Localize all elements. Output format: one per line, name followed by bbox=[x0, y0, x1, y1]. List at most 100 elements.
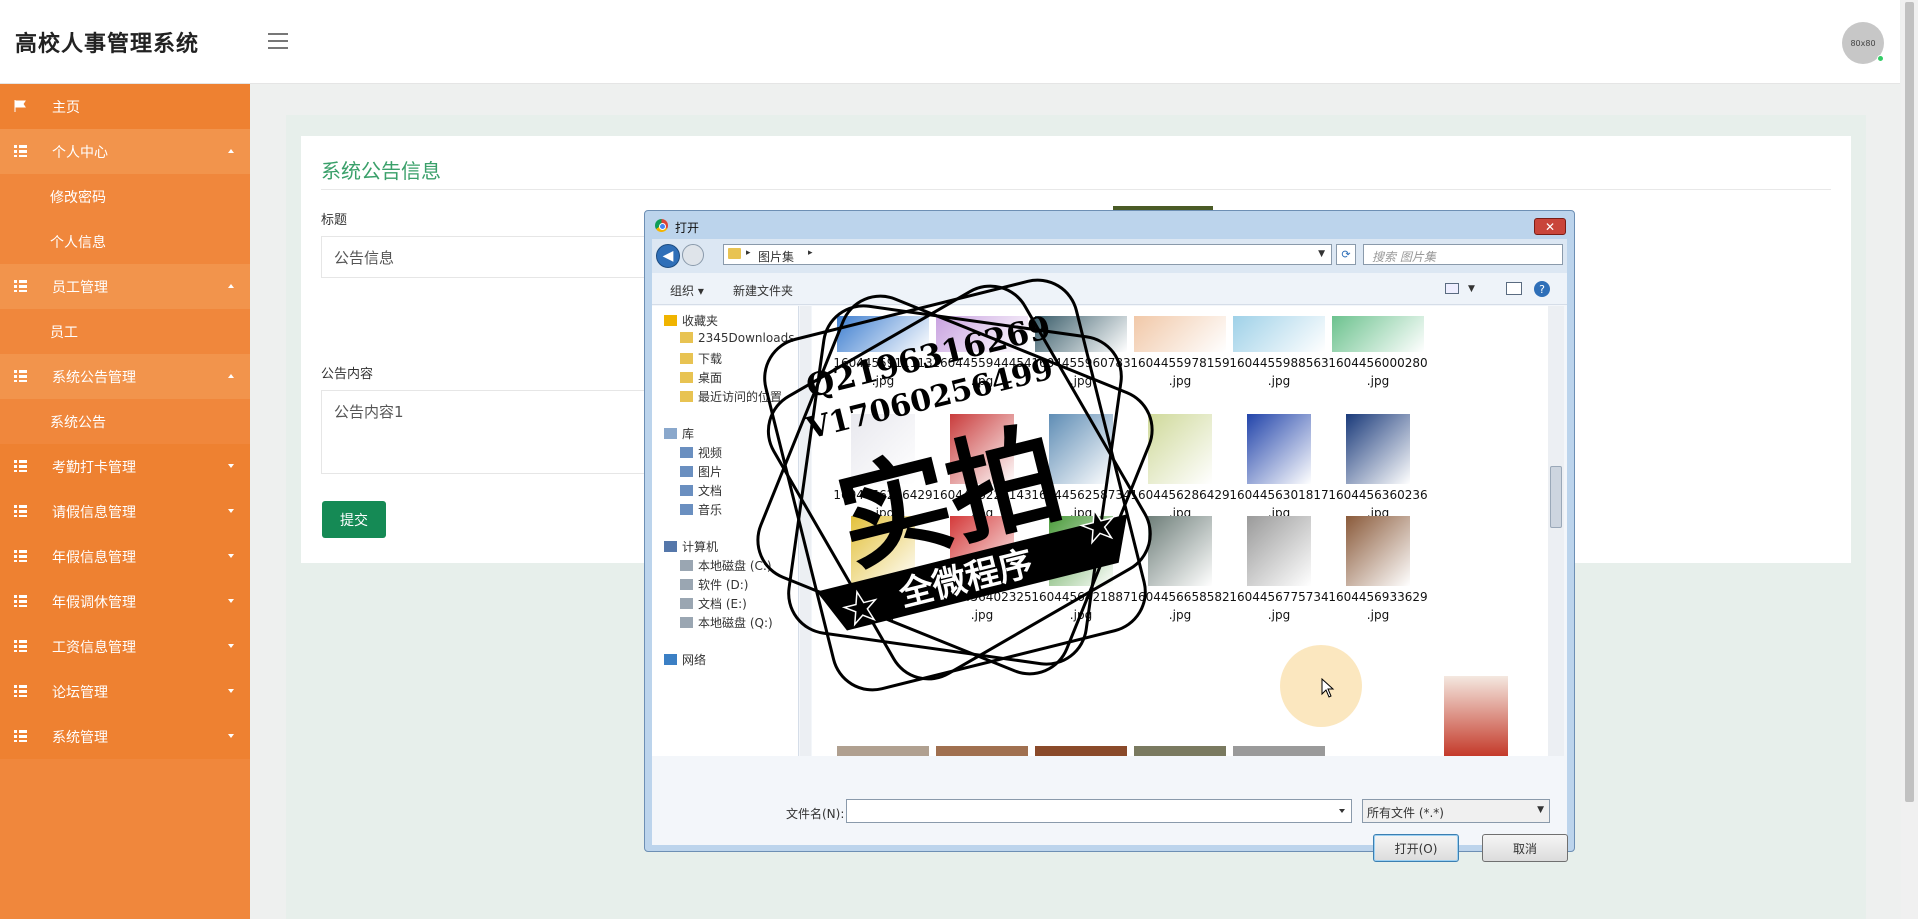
sidebar-item-14[interactable]: 系统管理 bbox=[0, 714, 250, 759]
sidebar-item-13[interactable]: 论坛管理 bbox=[0, 669, 250, 714]
network-icon bbox=[664, 654, 677, 665]
page-scrollbar-thumb[interactable] bbox=[1905, 2, 1914, 802]
forward-arrow-icon[interactable] bbox=[682, 244, 704, 266]
grid-icon bbox=[14, 730, 27, 742]
address-dropdown-icon[interactable]: ▼ bbox=[1318, 249, 1325, 259]
grid-icon bbox=[14, 685, 27, 697]
tree-item[interactable]: 本地磁盘 (Q:) bbox=[680, 614, 773, 631]
online-status-dot bbox=[1877, 55, 1884, 62]
file-list: 1604455911113 .jpg 1604455944454 .jpg 160445… bbox=[812, 306, 1548, 756]
sidebar-item-6[interactable]: 系统公告管理 bbox=[0, 354, 250, 399]
tree-item[interactable]: 本地磁盘 (C:) bbox=[680, 557, 772, 574]
chevron-up-icon bbox=[228, 374, 234, 378]
cancel-button[interactable]: 取消 bbox=[1482, 834, 1568, 862]
file-name: 1604456000280 bbox=[1328, 356, 1428, 370]
tree-item[interactable]: 软件 (D:) bbox=[680, 576, 748, 593]
sidebar-item-1[interactable]: 个人中心 bbox=[0, 129, 250, 174]
tree-item[interactable]: 收藏夹 bbox=[664, 312, 718, 329]
sidebar-item-8[interactable]: 考勤打卡管理 bbox=[0, 444, 250, 489]
sidebar-item-12[interactable]: 工资信息管理 bbox=[0, 624, 250, 669]
chevron-down-icon bbox=[228, 734, 234, 738]
file-item[interactable]: 1604456933629 .jpg bbox=[1319, 516, 1437, 622]
library-item-icon bbox=[680, 447, 693, 458]
refresh-icon[interactable]: ⟳ bbox=[1336, 244, 1356, 265]
sidebar-item-label: 系统公告管理 bbox=[52, 369, 136, 386]
preview-pane-icon[interactable] bbox=[1506, 282, 1522, 295]
star-icon bbox=[664, 315, 677, 326]
address-bar[interactable]: ▸ 图片集 ▸ ▼ bbox=[723, 244, 1332, 265]
grid-icon bbox=[14, 460, 27, 472]
chevron-down-icon: ▼ bbox=[1537, 805, 1544, 815]
file-thumbnail bbox=[851, 414, 915, 484]
content-field-label: 公告内容 bbox=[321, 367, 374, 382]
sidebar-item-5[interactable]: 员工 bbox=[0, 309, 250, 354]
tree-item[interactable]: 视频 bbox=[680, 444, 722, 461]
grid-icon bbox=[14, 145, 27, 157]
tree-item[interactable]: 最近访问的位置 bbox=[680, 388, 782, 405]
sidebar-item-2[interactable]: 修改密码 bbox=[0, 174, 250, 219]
file-thumbnail bbox=[1233, 316, 1325, 352]
tree-item-label: 收藏夹 bbox=[682, 314, 719, 328]
open-file-dialog: 打开 ✕ ◀ ▸ 图片集 ▸ ▼ ⟳ 搜索 图片集 组织 ▾ 新建文件夹 ▼ ?… bbox=[644, 210, 1575, 862]
tree-item[interactable]: 图片 bbox=[680, 463, 722, 480]
file-item[interactable]: 1604456360236 .jpg bbox=[1319, 414, 1437, 520]
submit-button[interactable]: 提交 bbox=[322, 501, 386, 538]
tree-item-label: 桌面 bbox=[698, 371, 723, 385]
tree-item[interactable]: 库 bbox=[664, 425, 694, 442]
sidebar-item-7[interactable]: 系统公告 bbox=[0, 399, 250, 444]
folder-icon bbox=[728, 248, 741, 259]
filename-input[interactable] bbox=[846, 799, 1352, 823]
page-scrollbar[interactable] bbox=[1901, 0, 1918, 919]
file-type-select[interactable]: 所有文件 (*.*) ▼ bbox=[1362, 799, 1550, 823]
help-icon[interactable]: ? bbox=[1534, 281, 1550, 297]
title-field-label: 标题 bbox=[321, 213, 348, 228]
filename-dropdown-icon[interactable] bbox=[1339, 809, 1345, 813]
dialog-close-button[interactable]: ✕ bbox=[1534, 218, 1566, 235]
tree-item[interactable]: 桌面 bbox=[680, 369, 722, 386]
file-thumbnail bbox=[950, 516, 1014, 586]
sidebar-item-4[interactable]: 员工管理 bbox=[0, 264, 250, 309]
file-list-scrollbar[interactable] bbox=[1548, 306, 1564, 756]
file-thumbnail bbox=[936, 316, 1028, 352]
tree-item[interactable]: 音乐 bbox=[680, 501, 722, 518]
back-arrow-icon[interactable]: ◀ bbox=[656, 244, 680, 268]
menu-toggle-icon[interactable] bbox=[268, 33, 288, 49]
file-thumbnail bbox=[1346, 414, 1410, 484]
path-segment[interactable]: 图片集 bbox=[758, 248, 794, 265]
file-extension: .jpg bbox=[1366, 374, 1390, 388]
sidebar-item-label: 论坛管理 bbox=[52, 684, 108, 701]
open-button[interactable]: 打开(O) bbox=[1373, 834, 1459, 862]
title-input[interactable]: 公告信息 bbox=[321, 236, 651, 278]
sidebar-item-0[interactable]: 主页 bbox=[0, 84, 250, 129]
file-list-scrollbar-thumb[interactable] bbox=[1550, 466, 1562, 528]
tree-scrollbar[interactable] bbox=[800, 306, 811, 756]
sidebar-item-9[interactable]: 请假信息管理 bbox=[0, 489, 250, 534]
sidebar-item-11[interactable]: 年假调休管理 bbox=[0, 579, 250, 624]
tree-item-label: 软件 (D:) bbox=[698, 578, 749, 592]
file-item[interactable]: 1604456000280 .jpg bbox=[1319, 316, 1437, 416]
search-input[interactable]: 搜索 图片集 bbox=[1363, 244, 1563, 265]
tree-item[interactable]: 网络 bbox=[664, 651, 706, 668]
tree-item[interactable]: 文档 bbox=[680, 482, 722, 499]
sidebar-item-label: 个人中心 bbox=[52, 144, 108, 161]
sidebar-item-3[interactable]: 个人信息 bbox=[0, 219, 250, 264]
tree-item[interactable]: 下载 bbox=[680, 350, 722, 367]
file-extension: .jpg bbox=[1366, 608, 1390, 622]
library-icon bbox=[664, 428, 677, 439]
organize-menu[interactable]: 组织 ▾ bbox=[670, 282, 704, 299]
view-options-icon[interactable] bbox=[1445, 283, 1459, 294]
content-textarea[interactable]: 公告内容1 bbox=[321, 390, 651, 474]
file-thumbnail-partial bbox=[936, 746, 1028, 756]
tree-item[interactable]: 2345Downloads bbox=[680, 331, 794, 345]
tree-item[interactable]: 计算机 bbox=[664, 538, 718, 555]
tree-item[interactable]: 文档 (E:) bbox=[680, 595, 747, 612]
chevron-down-icon bbox=[228, 509, 234, 513]
file-thumbnail-partial bbox=[1134, 746, 1226, 756]
tree-item-label: 视频 bbox=[698, 446, 723, 460]
new-folder-button[interactable]: 新建文件夹 bbox=[733, 282, 793, 299]
grid-icon bbox=[14, 505, 27, 517]
file-thumbnail bbox=[950, 414, 1014, 484]
view-dropdown-icon[interactable]: ▼ bbox=[1468, 284, 1475, 294]
sidebar-item-10[interactable]: 年假信息管理 bbox=[0, 534, 250, 579]
path-separator-icon: ▸ bbox=[808, 248, 813, 258]
